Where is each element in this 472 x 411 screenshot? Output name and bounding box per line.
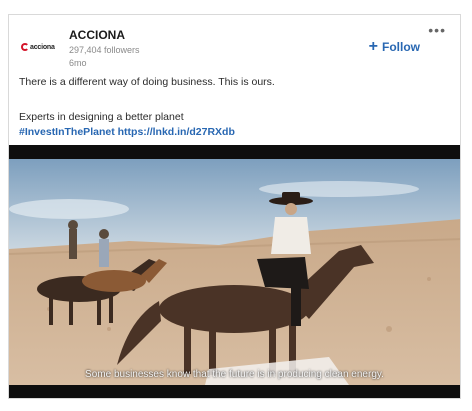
video-frame (9, 159, 460, 385)
post-links: #InvestInThePlanet https://lnkd.in/d27RX… (19, 126, 235, 138)
video-player[interactable]: Some businesses know that the future is … (9, 145, 460, 398)
more-options-icon[interactable]: ••• (428, 23, 446, 37)
plus-icon: + (368, 38, 378, 55)
acciona-logo-icon (21, 43, 29, 51)
follow-label: Follow (382, 40, 420, 54)
short-url-link[interactable]: https://lnkd.in/d27RXdb (118, 126, 235, 138)
post-header: acciona ACCIONA 297,404 followers 6mo ••… (9, 15, 460, 73)
hashtag-link[interactable]: #InvestInThePlanet (19, 126, 115, 138)
post-text-line2: Experts in designing a better planet (19, 111, 184, 123)
post-card: acciona ACCIONA 297,404 followers 6mo ••… (8, 14, 461, 399)
company-logo[interactable]: acciona (21, 37, 59, 57)
company-name[interactable]: ACCIONA (69, 28, 125, 42)
follow-button[interactable]: + Follow (368, 38, 420, 55)
post-age: 6mo (69, 58, 87, 68)
logo-text: acciona (30, 43, 55, 51)
post-text-line1: There is a different way of doing busine… (19, 76, 275, 88)
video-subtitle: Some businesses know that the future is … (85, 369, 384, 380)
follower-count: 297,404 followers (69, 45, 140, 55)
